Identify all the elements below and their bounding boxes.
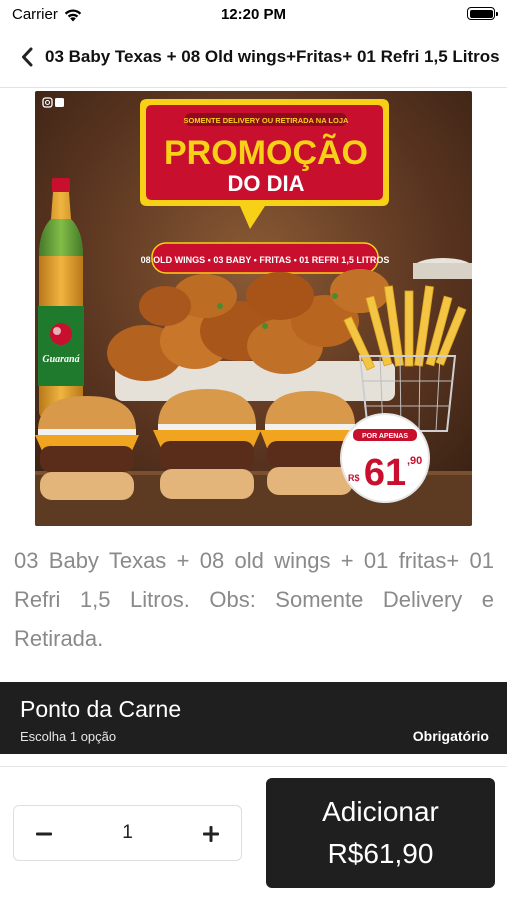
back-chevron-icon[interactable]	[18, 45, 36, 69]
promo-headline: PROMOÇÃO	[164, 134, 368, 172]
battery-icon	[467, 7, 498, 20]
promo-subheadline: DO DIA	[228, 171, 305, 196]
price-prefix: POR APENAS	[362, 433, 408, 440]
price-currency: R$	[348, 473, 360, 483]
increment-button[interactable]	[191, 814, 231, 854]
burgers-image	[35, 389, 360, 500]
option-section-subtitle: Escolha 1 opção	[20, 729, 117, 744]
promo-ribbon: 08 OLD WINGS • 03 BABY • FRITAS • 01 REF…	[141, 242, 390, 274]
product-description: 03 Baby Texas + 08 old wings + 01 fritas…	[14, 548, 494, 651]
divider	[0, 766, 507, 767]
minus-icon	[36, 832, 52, 836]
add-button-price: R$61,90	[327, 838, 434, 869]
product-image: SOMENTE DELIVERY OU RETIRADA NA LOJA PRO…	[35, 91, 472, 526]
price-seal: POR APENAS R$ 61 ,90	[340, 413, 430, 503]
option-section-title: Ponto da Carne	[20, 696, 182, 722]
price-whole: 61	[364, 452, 406, 494]
nav-bar: 03 Baby Texas + 08 Old wings+Fritas+ 01 …	[0, 28, 507, 88]
promo-ribbon-text: 08 OLD WINGS • 03 BABY • FRITAS • 01 REF…	[141, 255, 390, 265]
status-bar: Carrier 12:20 PM	[0, 0, 507, 28]
add-button-label: Adicionar	[322, 796, 439, 827]
plus-icon	[203, 826, 219, 842]
required-badge: Obrigatório	[412, 728, 489, 744]
decrement-button[interactable]	[24, 814, 64, 854]
clock: 12:20 PM	[220, 6, 287, 23]
promo-banner-text: SOMENTE DELIVERY OU RETIRADA NA LOJA	[184, 116, 349, 125]
price-cents: ,90	[407, 455, 422, 467]
bottle-brand-text: Guaraná	[42, 354, 80, 365]
option-section-header: Ponto da Carne Escolha 1 opção Obrigatór…	[0, 682, 507, 754]
quantity-value: 1	[122, 822, 133, 843]
add-to-cart-button[interactable]: Adicionar R$61,90	[266, 778, 495, 888]
page-title: 03 Baby Texas + 08 Old wings+Fritas+ 01 …	[45, 47, 499, 66]
quantity-stepper: 1	[13, 805, 242, 861]
